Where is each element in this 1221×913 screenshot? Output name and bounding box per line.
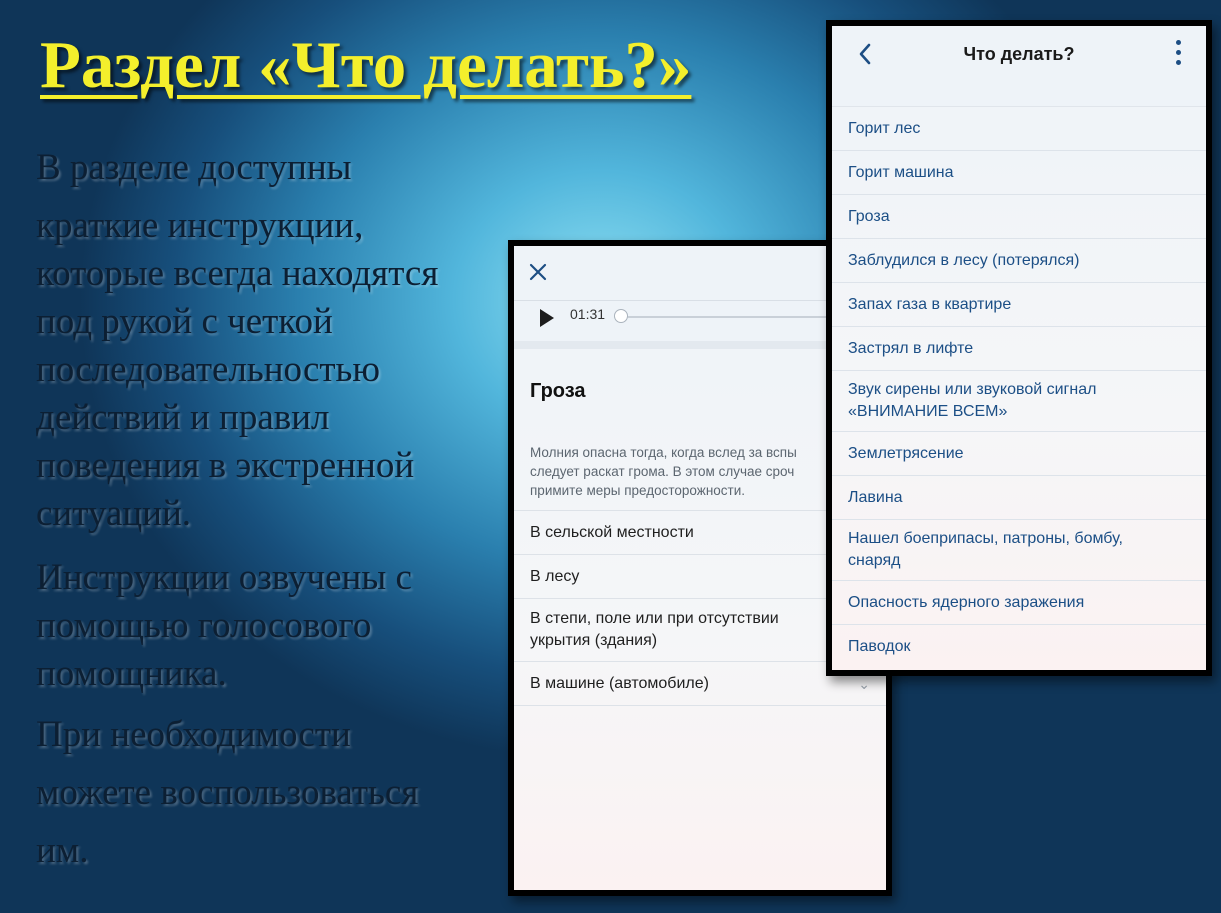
list-item-label: Горит машина	[848, 163, 954, 181]
player-time: 01:31	[570, 306, 606, 322]
list-item[interactable]: Нашел боеприпасы, патроны, бомбу, снаряд	[832, 520, 1206, 581]
paragraph-intro-line1: В разделе доступны	[36, 147, 352, 188]
paragraph-intro-rest: краткие инструкции, которые всегда наход…	[36, 205, 439, 534]
paragraph-voice: Инструкции озвучены с помощью голосового…	[36, 557, 412, 694]
list-item[interactable]: Паводок	[832, 625, 1206, 668]
list-item-label: Звук сирены или звуковой сигнал «ВНИМАНИ…	[848, 381, 1097, 420]
section-item-label: В лесу	[530, 567, 580, 585]
list-item[interactable]: Заблудился в лесу (потерялся)	[832, 239, 1206, 283]
detail-title: Гроза	[530, 380, 586, 402]
slide-title: Раздел «Что делать?»	[40, 28, 692, 102]
close-icon[interactable]	[528, 262, 548, 282]
list-title: Что делать?	[963, 44, 1075, 64]
list-item-label: Гроза	[848, 207, 890, 225]
list-item-label: Опасность ядерного заражения	[848, 593, 1085, 611]
list-item[interactable]: Лавина	[832, 476, 1206, 520]
section-item-label: В машине (автомобиле)	[530, 674, 709, 692]
list-item-label: Лавина	[848, 488, 903, 506]
list-item-label: Заблудился в лесу (потерялся)	[848, 251, 1080, 269]
list-item-label: Горит лес	[848, 119, 921, 137]
play-icon[interactable]	[540, 309, 554, 327]
seek-handle[interactable]	[614, 309, 628, 323]
list-item[interactable]: Звук сирены или звуковой сигнал «ВНИМАНИ…	[832, 371, 1206, 432]
instruction-list: Горит лес Горит машина Гроза Заблудился …	[832, 107, 1206, 668]
paragraph-usage: При необходимости можете воспользоваться…	[36, 714, 419, 871]
list-item[interactable]: Горит машина	[832, 151, 1206, 195]
list-item[interactable]: Застрял в лифте	[832, 327, 1206, 371]
section-item-label: В сельской местности	[530, 523, 694, 541]
list-item-label: Запах газа в квартире	[848, 295, 1012, 313]
section-item-label: В степи, поле или при отсутствии укрытия…	[530, 610, 779, 649]
list-item[interactable]: Землетрясение	[832, 432, 1206, 476]
list-item-label: Паводок	[848, 637, 911, 655]
phone-list-screenshot: Что делать? Горит лес Горит машина Гроза…	[826, 20, 1212, 676]
list-header: Что делать?	[832, 26, 1206, 107]
list-item-label: Застрял в лифте	[848, 339, 974, 357]
more-vertical-icon[interactable]	[1176, 40, 1182, 68]
list-item-label: Землетрясение	[848, 444, 964, 462]
paragraph-intro: В разделе доступны краткие инструкции, ко…	[36, 144, 438, 538]
list-item[interactable]: Гроза	[832, 195, 1206, 239]
list-item[interactable]: Горит лес	[832, 107, 1206, 151]
list-item[interactable]: Опасность ядерного заражения	[832, 581, 1206, 625]
list-item-label: Нашел боеприпасы, патроны, бомбу, снаряд	[848, 530, 1123, 569]
list-item[interactable]: Запах газа в квартире	[832, 283, 1206, 327]
